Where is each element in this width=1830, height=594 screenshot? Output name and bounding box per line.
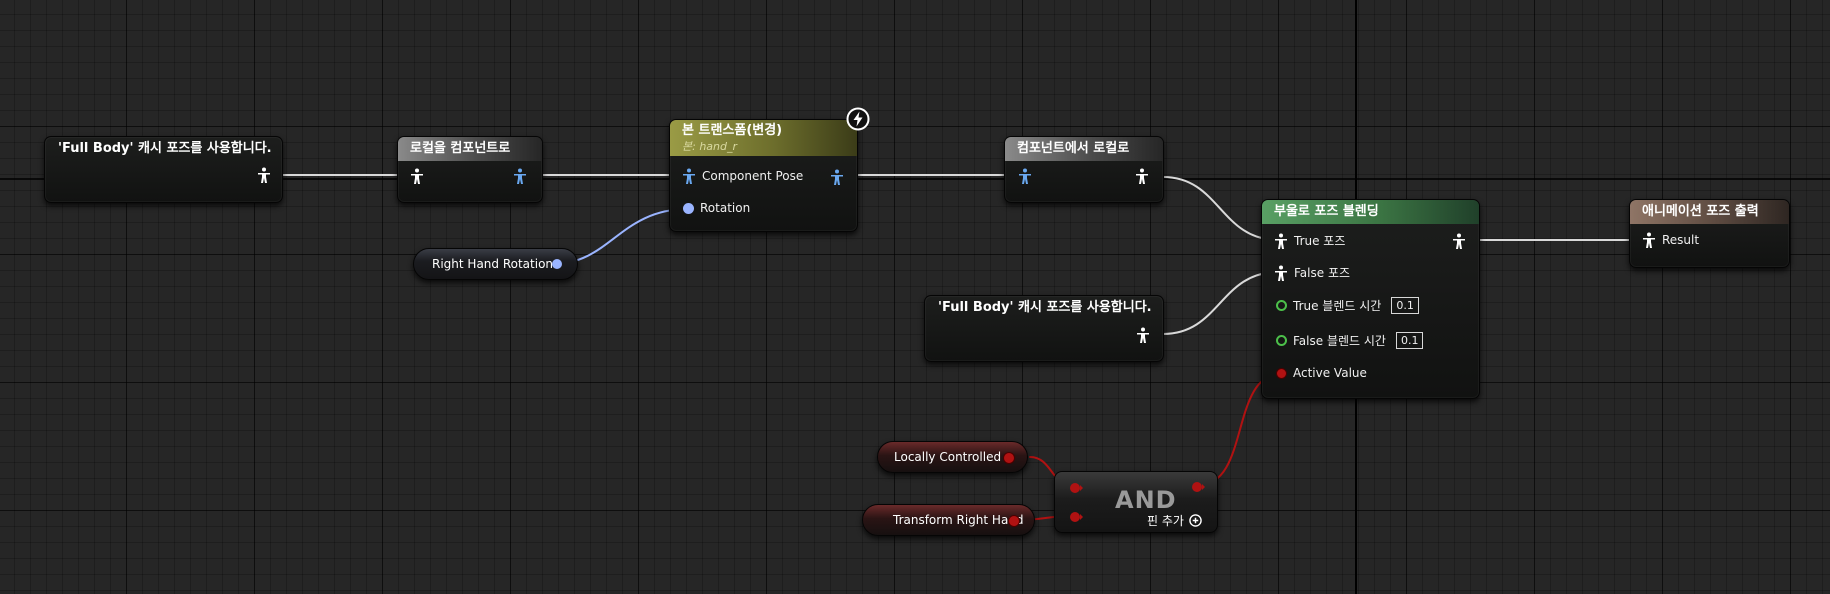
node-title: 본 트랜스폼(변경) [682,123,783,138]
rotator-pin-icon [683,202,694,214]
pin-label: False 포즈 [1294,266,1351,280]
pin-label: Result [1662,233,1700,247]
cache-pose-label: 'Full Body' 캐시 포즈를 사용합니다. [938,300,1152,315]
node-subtitle: 본: hand_r [682,140,738,153]
add-pin-button[interactable]: 핀 추가 [1147,512,1202,529]
pose-pin-icon [1643,232,1655,248]
bool-output-pin-icon[interactable] [1191,481,1207,493]
node-title: 부울로 포즈 블렌딩 [1262,200,1479,224]
and-label: AND [1115,486,1177,514]
component-to-local-node[interactable]: 컴포넌트에서 로컬로 [1004,136,1164,203]
blend-poses-by-bool-node[interactable]: 부울로 포즈 블렌딩 True 포즈 False 포즈 True 블렌드 시간 … [1261,199,1480,399]
pose-pin-icon [1275,233,1287,249]
pin-label: Rotation [700,201,751,215]
component-pose-output-pin-icon[interactable] [830,169,844,189]
node-title: 애니메이션 포즈 출력 [1630,200,1789,224]
pose-pin-icon[interactable] [1136,327,1150,347]
true-pose-pin-row[interactable]: True 포즈 [1274,232,1345,249]
true-blend-time-pin-row[interactable]: True 블렌드 시간 0.1 [1276,297,1419,314]
add-pin-icon [1189,514,1202,527]
bool-pin-icon[interactable] [1003,452,1015,464]
transform-right-hand-variable[interactable]: Transform Right Hand [862,504,1035,536]
false-blend-time-value-input[interactable]: 0.1 [1395,332,1424,349]
pin-label: Component Pose [702,169,804,183]
component-pose-pin-icon [683,168,695,184]
variable-label: Locally Controlled [894,450,1002,464]
pose-pin-icon [1275,265,1287,281]
lightning-badge-icon [846,107,870,131]
pin-label: True 블렌드 시간 [1293,299,1382,313]
component-pose-pin-icon[interactable] [1018,168,1032,188]
variable-label: Right Hand Rotation [432,257,554,271]
right-hand-rotation-variable[interactable]: Right Hand Rotation [413,248,578,280]
node-title-block: 본 트랜스폼(변경) 본: hand_r [670,120,857,156]
node-title: 로컬을 컴포넌트로 [398,137,542,161]
float-pin-icon [1276,300,1287,311]
float-pin-icon [1276,335,1287,346]
output-pose-node[interactable]: 애니메이션 포즈 출력 Result [1629,199,1790,268]
pin-label: Active Value [1293,366,1367,380]
component-pose-pin-row[interactable]: Component Pose [682,168,803,184]
false-pose-pin-row[interactable]: False 포즈 [1274,264,1350,281]
pose-pin-icon[interactable] [1135,168,1149,188]
pin-label: False 블렌드 시간 [1293,334,1386,348]
add-pin-label: 핀 추가 [1147,514,1184,528]
anim-graph-canvas[interactable]: 'Full Body' 캐시 포즈를 사용합니다. 로컬을 컴포넌트로 본 트랜… [0,0,1830,594]
node-title: 컴포넌트에서 로컬로 [1005,137,1163,161]
false-blend-time-pin-row[interactable]: False 블렌드 시간 0.1 [1276,332,1424,349]
component-pose-pin-icon[interactable] [513,168,527,188]
locally-controlled-variable[interactable]: Locally Controlled [877,441,1028,473]
bone-transform-node[interactable]: 본 트랜스폼(변경) 본: hand_r Component Pose Rota… [669,119,858,232]
true-blend-time-value-input[interactable]: 0.1 [1391,297,1419,314]
pose-pin-icon[interactable] [257,167,271,187]
variable-label: Transform Right Hand [893,513,1024,527]
bool-input-pin-icon[interactable] [1069,482,1083,494]
active-value-pin-row[interactable]: Active Value [1276,366,1367,380]
rotation-pin-row[interactable]: Rotation [683,201,750,215]
pin-label: True 포즈 [1294,234,1346,248]
pose-output-pin-icon[interactable] [1452,233,1466,253]
result-pin-row[interactable]: Result [1642,232,1699,248]
local-to-component-node[interactable]: 로컬을 컴포넌트로 [397,136,543,203]
cache-pose-node-2[interactable]: 'Full Body' 캐시 포즈를 사용합니다. [924,295,1164,362]
bool-pin-icon [1276,367,1287,379]
rotator-pin-icon[interactable] [552,259,562,269]
cache-pose-node-1[interactable]: 'Full Body' 캐시 포즈를 사용합니다. [44,136,283,203]
bool-pin-icon[interactable] [1008,515,1020,527]
and-node[interactable]: AND 핀 추가 [1054,471,1218,533]
pose-pin-icon[interactable] [410,168,424,188]
bool-input-pin-icon[interactable] [1069,511,1083,523]
cache-pose-label: 'Full Body' 캐시 포즈를 사용합니다. [58,141,272,156]
